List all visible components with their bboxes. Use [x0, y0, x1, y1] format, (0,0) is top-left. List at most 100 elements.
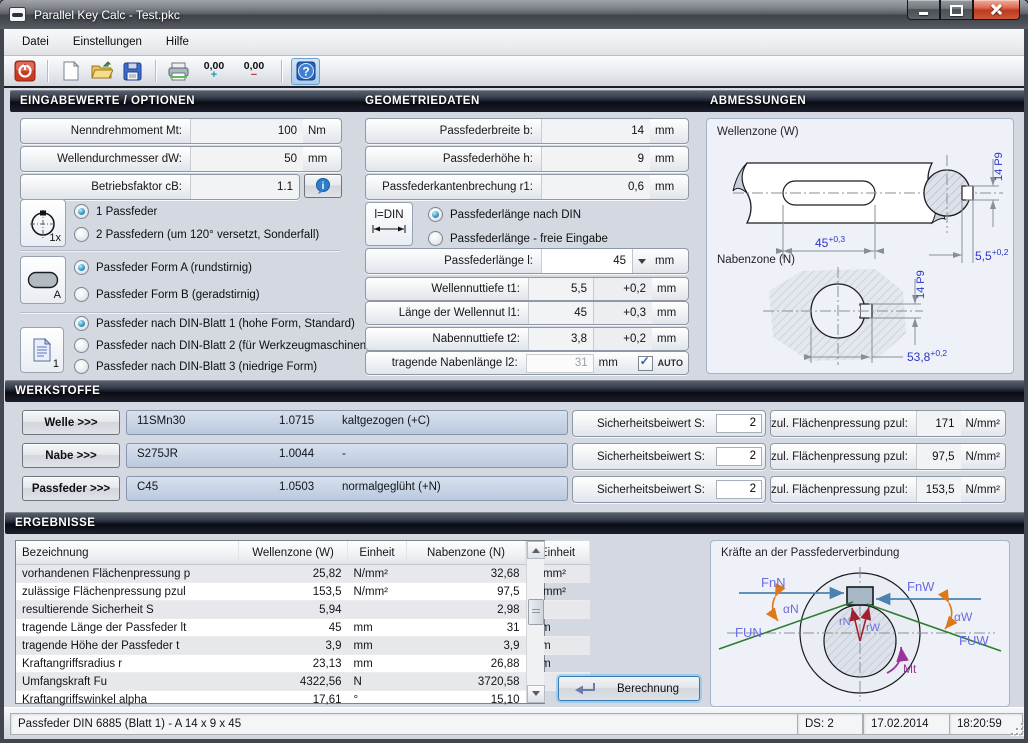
radio-1-passfeder[interactable]: 1 Passfeder: [74, 204, 157, 219]
radio-label: Passfeder nach DIN-Blatt 2 (für Werkzeug…: [96, 340, 370, 352]
field-nabennuttiefe: Nabennuttiefe t2: 3,8 +0,2 mm: [365, 327, 689, 351]
col-bezeichnung[interactable]: Bezeichnung: [16, 541, 239, 565]
sicherheitsbeiwert-label: Sicherheitsbeiwert S:: [573, 418, 713, 430]
results-table: Bezeichnung Wellenzone (W) Einheit Naben…: [15, 540, 545, 704]
anzahl-icon-box: 1x: [20, 199, 66, 247]
wellennuttiefe-value: 5,5: [528, 278, 593, 300]
flaechenpressung-label: zul. Flächenpressung pzul:: [771, 418, 916, 430]
form-icon-label: A: [54, 289, 61, 301]
kantenbrechung-label: Passfederkantenbrechung r1:: [366, 181, 541, 193]
flaechenpressung-value: 153,5: [916, 477, 961, 502]
betriebsfaktor-input[interactable]: 1.1: [190, 175, 299, 199]
nabennuttiefe-label: Nabennuttiefe t2:: [366, 333, 528, 345]
new-file-icon: [62, 61, 80, 81]
passfederlaenge-dropdown-button[interactable]: [632, 249, 650, 273]
title-bar[interactable]: Parallel Key Calc - Test.pkc: [0, 0, 1028, 29]
nabenlaenge-input[interactable]: 31: [526, 354, 594, 373]
sicherheitsbeiwert-label: Sicherheitsbeiwert S:: [573, 451, 713, 463]
field-passfederbreite: Passfederbreite b: 14 mm: [365, 118, 689, 144]
radio-icon: [74, 287, 89, 302]
print-button[interactable]: [165, 59, 192, 84]
radio-din-blatt-3[interactable]: Passfeder nach DIN-Blatt 3 (niedrige For…: [74, 359, 317, 374]
minimize-icon: [919, 12, 928, 15]
berechnung-label: Berechnung: [617, 683, 679, 695]
field-nenndrehmoment: Nenndrehmoment Mt: 100 Nm: [20, 118, 342, 144]
nenndrehmoment-input[interactable]: 100: [190, 119, 303, 143]
col-einheit-w[interactable]: Einheit: [348, 541, 407, 565]
kantenbrechung-value: 0,6: [541, 175, 650, 199]
menu-hilfe[interactable]: Hilfe: [157, 32, 198, 52]
passfeder-material-box: C45 1.0503 normalgeglüht (+N): [126, 476, 568, 501]
minimize-button[interactable]: [907, 0, 940, 20]
welle-button[interactable]: Welle >>>: [22, 410, 120, 435]
help-button[interactable]: ?: [291, 58, 320, 85]
flaechenpressung-label: zul. Flächenpressung pzul:: [771, 451, 916, 463]
resize-grip[interactable]: [1011, 723, 1024, 736]
menu-einstellungen[interactable]: Einstellungen: [64, 32, 151, 52]
radio-laenge-frei[interactable]: Passfederlänge - freie Eingabe: [428, 231, 608, 246]
sicherheitsbeiwert-input[interactable]: 2: [716, 480, 762, 499]
nabenzone-drawing: 14 P9 53,8+0,2: [707, 267, 1013, 371]
din-blatt-icon-label: 1: [53, 358, 59, 370]
radio-din-blatt-2[interactable]: Passfeder nach DIN-Blatt 2 (für Werkzeug…: [74, 338, 370, 353]
wellendurchmesser-input[interactable]: 50: [190, 147, 303, 171]
maximize-icon: [950, 5, 963, 16]
radio-label: 2 Passfedern (um 120° versetzt, Sonderfa…: [96, 229, 319, 241]
radio-form-a[interactable]: Passfeder Form A (rundstirnig): [74, 260, 252, 275]
nabennuttiefe-value: 3,8: [528, 328, 593, 350]
sicherheitsbeiwert-input[interactable]: 2: [716, 414, 762, 433]
nabe-button[interactable]: Nabe >>>: [22, 443, 120, 468]
close-icon: [990, 4, 1003, 15]
radio-icon: [74, 316, 89, 331]
open-file-button[interactable]: [88, 59, 115, 84]
radio-2-passfedern[interactable]: 2 Passfedern (um 120° versetzt, Sonderfa…: [74, 227, 319, 242]
chevron-down-icon: [638, 259, 646, 268]
svg-text:FnN: FnN: [761, 575, 786, 590]
save-button[interactable]: [119, 59, 146, 84]
caption-buttons: [907, 0, 1020, 20]
separator: [20, 312, 340, 313]
dimension-arrow-icon: [372, 224, 406, 234]
close-button[interactable]: [973, 0, 1020, 20]
nabennuttiefe-unit: mm: [652, 333, 688, 345]
radio-din-blatt-1[interactable]: Passfeder nach DIN-Blatt 1 (hohe Form, S…: [74, 316, 355, 331]
decimal-decrease-button[interactable]: 0,00 −: [236, 59, 272, 84]
laenge-din-icon-box: l=DIN: [365, 202, 413, 246]
nenndrehmoment-label: Nenndrehmoment Mt:: [21, 125, 190, 137]
radio-icon: [74, 227, 89, 242]
radio-form-b[interactable]: Passfeder Form B (geradstirnig): [74, 287, 260, 302]
passfederlaenge-combo-value[interactable]: 45: [541, 249, 632, 273]
betriebsfaktor-label: Betriebsfaktor cB:: [21, 181, 190, 193]
radio-icon: [74, 359, 89, 374]
sicherheitsbeiwert-group: Sicherheitsbeiwert S: 2: [572, 476, 766, 503]
radio-laenge-din[interactable]: Passfederlänge nach DIN: [428, 207, 581, 222]
exit-button[interactable]: [11, 59, 38, 84]
decimal-increase-button[interactable]: 0,00 +: [196, 59, 232, 84]
field-kantenbrechung: Passfederkantenbrechung r1: 0,6 mm: [365, 174, 689, 200]
flaechenpressung-group: zul. Flächenpressung pzul: 97,5 N/mm²: [770, 443, 1006, 470]
flaechenpressung-group: zul. Flächenpressung pzul: 171 N/mm²: [770, 410, 1006, 437]
info-icon: i: [315, 178, 331, 194]
betriebsfaktor-info-button[interactable]: i: [304, 174, 342, 198]
field-wellendurchmesser: Wellendurchmesser dW: 50 mm: [20, 146, 342, 172]
material-number: 1.0503: [279, 481, 314, 493]
berechnung-button[interactable]: Berechnung: [558, 676, 700, 701]
scroll-thumb[interactable]: [528, 599, 544, 625]
radio-icon: [428, 231, 443, 246]
col-nabenzone[interactable]: Nabenzone (N): [407, 541, 526, 565]
maximize-button[interactable]: [940, 0, 973, 20]
auto-checkbox[interactable]: [638, 356, 653, 371]
passfeder-button[interactable]: Passfeder >>>: [22, 476, 120, 501]
menu-datei[interactable]: Datei: [13, 32, 58, 52]
results-scrollbar[interactable]: [526, 541, 544, 703]
sicherheitsbeiwert-input[interactable]: 2: [716, 447, 762, 466]
radio-icon: [428, 207, 443, 222]
passfederbreite-value: 14: [541, 119, 650, 143]
werkstoff-row-passfeder: Passfeder >>> C45 1.0503 normalgeglüht (…: [0, 476, 1028, 501]
nabenlaenge-label: tragende Nabenlänge l2:: [366, 357, 526, 369]
new-file-button[interactable]: [57, 59, 84, 84]
scroll-down-button[interactable]: [527, 685, 545, 703]
field-wellennuttiefe: Wellennuttiefe t1: 5,5 +0,2 mm: [365, 277, 689, 301]
col-wellenzone[interactable]: Wellenzone (W): [239, 541, 348, 565]
scroll-up-button[interactable]: [527, 541, 545, 559]
